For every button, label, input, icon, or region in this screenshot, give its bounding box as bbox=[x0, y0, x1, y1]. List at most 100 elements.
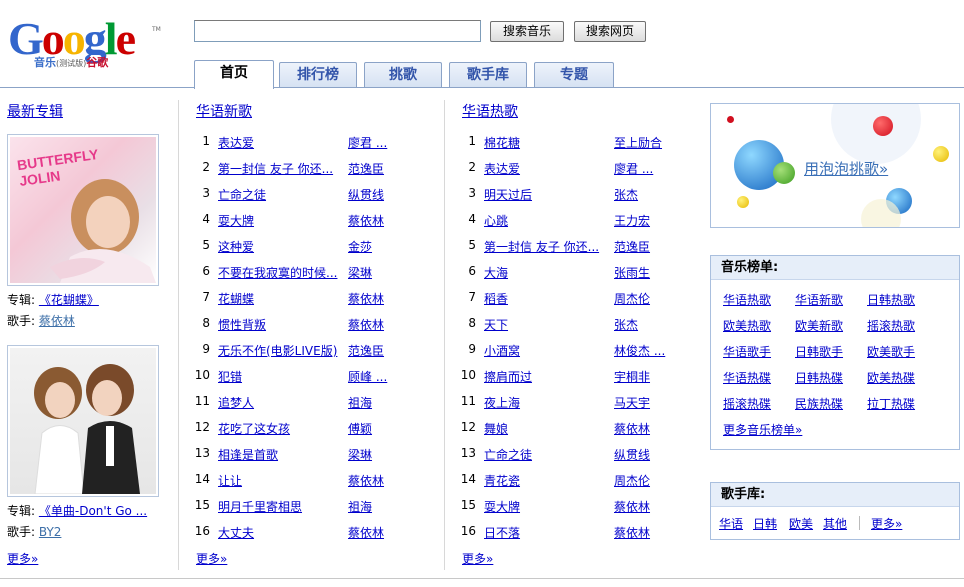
search-music-button[interactable]: 搜索音乐 bbox=[490, 21, 564, 42]
singer-link[interactable]: 纵贯线 bbox=[614, 446, 650, 463]
singer-link[interactable]: 马天宇 bbox=[614, 394, 650, 411]
singer-link[interactable]: 蔡依林 bbox=[348, 212, 384, 229]
chart-link[interactable]: 日韩歌手 bbox=[795, 343, 843, 360]
song-title-link[interactable]: 亡命之徒 bbox=[218, 186, 266, 203]
more-albums-link[interactable]: 更多» bbox=[7, 550, 38, 567]
singer-link[interactable]: 范逸臣 bbox=[614, 238, 650, 255]
song-title-link[interactable]: 心跳 bbox=[484, 212, 508, 229]
tab-topics[interactable]: 专题 bbox=[534, 62, 614, 88]
more-new-songs-link[interactable]: 更多» bbox=[196, 550, 227, 567]
song-title-link[interactable]: 追梦人 bbox=[218, 394, 254, 411]
tab-home[interactable]: 首页 bbox=[194, 60, 274, 89]
song-title-link[interactable]: 擦肩而过 bbox=[484, 368, 532, 385]
tab-artists[interactable]: 歌手库 bbox=[449, 62, 527, 88]
album-cover-2[interactable] bbox=[7, 345, 159, 497]
song-title-link[interactable]: 相逢是首歌 bbox=[218, 446, 278, 463]
singer-link[interactable]: 王力宏 bbox=[614, 212, 650, 229]
singer-link[interactable]: 至上励合 bbox=[614, 134, 662, 151]
song-title-link[interactable]: 夜上海 bbox=[484, 394, 520, 411]
singer-link[interactable]: 梁琳 bbox=[348, 264, 372, 281]
singer-link[interactable]: 顾峰 ... bbox=[348, 368, 387, 385]
artist-category-link[interactable]: 其他 bbox=[823, 515, 847, 532]
singer-link[interactable]: 傅颖 bbox=[348, 420, 372, 437]
singer-link[interactable]: 梁琳 bbox=[348, 446, 372, 463]
album-name-link[interactable]: 《花蝴蝶》 bbox=[39, 293, 99, 307]
singer-link[interactable]: 蔡依林 bbox=[614, 420, 650, 437]
song-title-link[interactable]: 稻香 bbox=[484, 290, 508, 307]
song-title-link[interactable]: 日不落 bbox=[484, 524, 520, 541]
song-title-link[interactable]: 耍大牌 bbox=[218, 212, 254, 229]
artist-category-link[interactable]: 欧美 bbox=[789, 515, 813, 532]
song-title-link[interactable]: 表达爱 bbox=[484, 160, 520, 177]
song-title-link[interactable]: 棉花糖 bbox=[484, 134, 520, 151]
singer-link[interactable]: 张杰 bbox=[614, 186, 638, 203]
chart-link[interactable]: 日韩热碟 bbox=[795, 369, 843, 386]
artist-link[interactable]: 蔡依林 bbox=[39, 314, 75, 328]
artist-category-link[interactable]: 华语 bbox=[719, 515, 743, 532]
singer-link[interactable]: 范逸臣 bbox=[348, 342, 384, 359]
song-title-link[interactable]: 让让 bbox=[218, 472, 242, 489]
singer-link[interactable]: 范逸臣 bbox=[348, 160, 384, 177]
bubble-picker-link[interactable]: 用泡泡挑歌» bbox=[804, 158, 888, 179]
singer-link[interactable]: 廖君 ... bbox=[348, 134, 387, 151]
song-title-link[interactable]: 表达爱 bbox=[218, 134, 254, 151]
more-charts-link[interactable]: 更多音乐榜单» bbox=[723, 421, 802, 438]
song-title-link[interactable]: 天下 bbox=[484, 316, 508, 333]
song-title-link[interactable]: 这种爱 bbox=[218, 238, 254, 255]
chart-link[interactable]: 欧美新歌 bbox=[795, 317, 843, 334]
chart-link[interactable]: 华语热碟 bbox=[723, 369, 771, 386]
song-title-link[interactable]: 大丈夫 bbox=[218, 524, 254, 541]
chart-link[interactable]: 摇滚热歌 bbox=[867, 317, 915, 334]
singer-link[interactable]: 纵贯线 bbox=[348, 186, 384, 203]
singer-link[interactable]: 蔡依林 bbox=[348, 290, 384, 307]
song-title-link[interactable]: 耍大牌 bbox=[484, 498, 520, 515]
song-title-link[interactable]: 小酒窝 bbox=[484, 342, 520, 359]
song-title-link[interactable]: 无乐不作(电影LIVE版) bbox=[218, 342, 337, 359]
hot-songs-title[interactable]: 华语热歌 bbox=[462, 101, 518, 121]
singer-link[interactable]: 林俊杰 ... bbox=[614, 342, 665, 359]
song-title-link[interactable]: 惯性背叛 bbox=[218, 316, 266, 333]
more-hot-songs-link[interactable]: 更多» bbox=[462, 550, 493, 567]
singer-link[interactable]: 金莎 bbox=[348, 238, 372, 255]
singer-link[interactable]: 张杰 bbox=[614, 316, 638, 333]
singer-link[interactable]: 廖君 ... bbox=[614, 160, 653, 177]
singer-link[interactable]: 周杰伦 bbox=[614, 290, 650, 307]
singer-link[interactable]: 周杰伦 bbox=[614, 472, 650, 489]
google-music-logo[interactable]: Google TM 音乐(测试版)谷歌 bbox=[8, 16, 161, 72]
song-title-link[interactable]: 青花瓷 bbox=[484, 472, 520, 489]
artist-link[interactable]: BY2 bbox=[39, 525, 62, 539]
song-title-link[interactable]: 花蝴蝶 bbox=[218, 290, 254, 307]
chart-link[interactable]: 日韩热歌 bbox=[867, 291, 915, 308]
chart-link[interactable]: 华语新歌 bbox=[795, 291, 843, 308]
singer-link[interactable]: 张雨生 bbox=[614, 264, 650, 281]
latest-albums-title[interactable]: 最新专辑 bbox=[7, 101, 63, 121]
song-title-link[interactable]: 不要在我寂寞的时候... bbox=[218, 264, 337, 281]
chart-link[interactable]: 拉丁热碟 bbox=[867, 395, 915, 412]
search-web-button[interactable]: 搜索网页 bbox=[574, 21, 646, 42]
singer-link[interactable]: 宇桐非 bbox=[614, 368, 650, 385]
song-title-link[interactable]: 明月千里寄相思 bbox=[218, 498, 302, 515]
more-artists-link[interactable]: 更多» bbox=[871, 515, 902, 532]
singer-link[interactable]: 蔡依林 bbox=[348, 316, 384, 333]
tab-charts[interactable]: 排行榜 bbox=[279, 62, 357, 88]
singer-link[interactable]: 祖海 bbox=[348, 498, 372, 515]
chart-link[interactable]: 民族热碟 bbox=[795, 395, 843, 412]
search-input[interactable] bbox=[194, 20, 481, 42]
chart-link[interactable]: 欧美热歌 bbox=[723, 317, 771, 334]
chart-link[interactable]: 华语歌手 bbox=[723, 343, 771, 360]
song-title-link[interactable]: 亡命之徒 bbox=[484, 446, 532, 463]
chart-link[interactable]: 华语热歌 bbox=[723, 291, 771, 308]
song-title-link[interactable]: 明天过后 bbox=[484, 186, 532, 203]
chart-link[interactable]: 欧美热碟 bbox=[867, 369, 915, 386]
tab-pick-songs[interactable]: 挑歌 bbox=[364, 62, 442, 88]
new-songs-title[interactable]: 华语新歌 bbox=[196, 101, 252, 121]
singer-link[interactable]: 祖海 bbox=[348, 394, 372, 411]
chart-link[interactable]: 摇滚热碟 bbox=[723, 395, 771, 412]
singer-link[interactable]: 蔡依林 bbox=[614, 498, 650, 515]
song-title-link[interactable]: 舞娘 bbox=[484, 420, 508, 437]
chart-link[interactable]: 欧美歌手 bbox=[867, 343, 915, 360]
song-title-link[interactable]: 大海 bbox=[484, 264, 508, 281]
album-cover-1[interactable]: BUTTERFLY JOLIN bbox=[7, 134, 159, 286]
song-title-link[interactable]: 犯错 bbox=[218, 368, 242, 385]
song-title-link[interactable]: 花吃了这女孩 bbox=[218, 420, 290, 437]
